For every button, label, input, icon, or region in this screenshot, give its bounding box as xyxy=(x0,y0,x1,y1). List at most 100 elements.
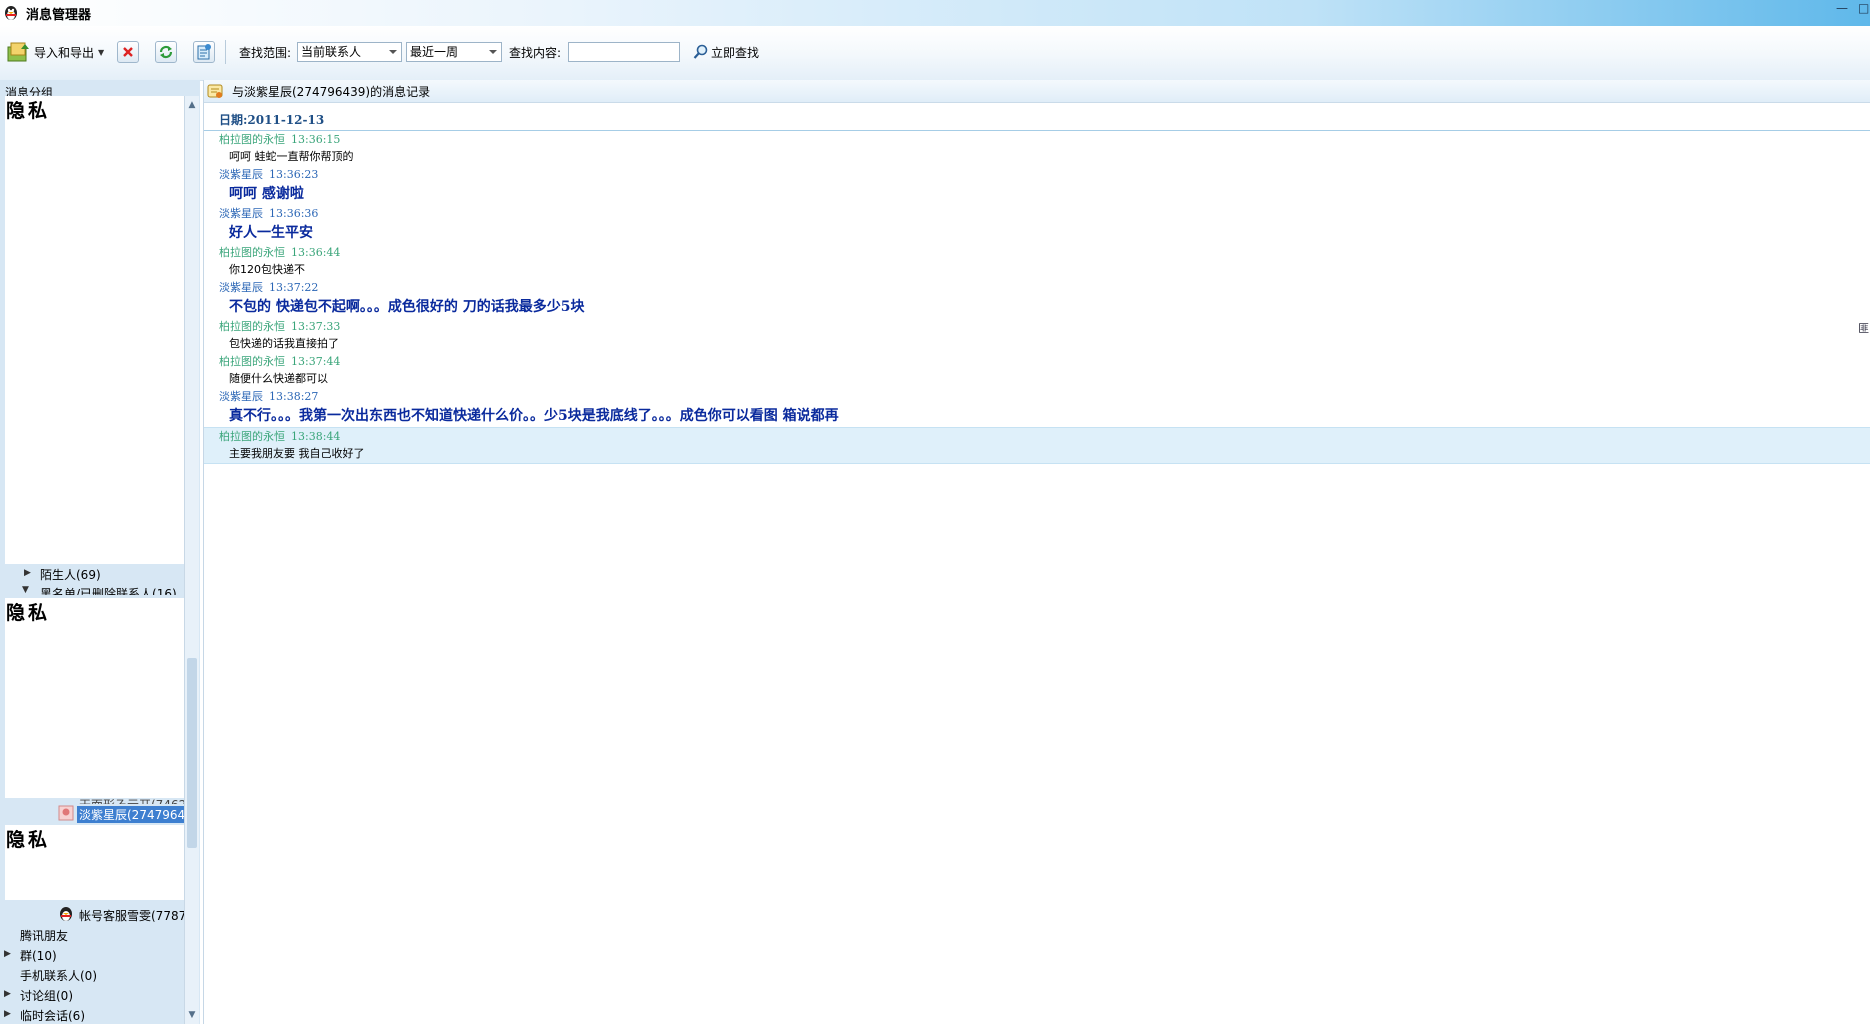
maximize-button[interactable]: □ xyxy=(1858,1,1869,15)
message-time: 13:37:33 xyxy=(291,320,341,333)
message-text: 随便什么快递都可以 xyxy=(229,372,328,385)
record-header-title: 与淡紫星辰(274796439)的消息记录 xyxy=(232,85,431,99)
message-time: 13:36:23 xyxy=(269,168,319,181)
message-time: 13:36:15 xyxy=(291,133,341,146)
magnifier-icon xyxy=(693,44,708,59)
privacy-mask-area-3: 隐私 xyxy=(5,825,191,900)
message-text: 真不行。。。我第一次出东西也不知道快递什么价。。少5块是我底线了。。。成色你可以… xyxy=(229,408,839,424)
minimize-button[interactable]: — xyxy=(1836,1,1848,15)
record-header: 与淡紫星辰(274796439)的消息记录 xyxy=(204,80,1870,103)
search-scope-label: 查找范围: xyxy=(239,46,292,60)
privacy-mark: 隐私 xyxy=(6,100,51,122)
tree-item-strangers[interactable]: 陌生人(69) xyxy=(40,566,101,583)
message-item[interactable]: 柏拉图的永恒 13:37:44 随便什么快递都可以 xyxy=(204,353,1870,388)
message-meta: 柏拉图的永恒 13:36:44 xyxy=(219,244,1870,261)
tree-item-temp-sessions[interactable]: 临时会话(6) xyxy=(20,1007,85,1024)
import-export-button[interactable]: 导入和导出 ▼ xyxy=(7,40,104,64)
search-content-label: 查找内容: xyxy=(509,46,562,60)
message-manager-window: 消息管理器 — □ 导入和导出 ▼ 查找范围: 当前联系人 最近一周 查找内容:… xyxy=(0,0,1870,1024)
message-text: 呵呵 蛙蛇一直帮你帮顶的 xyxy=(229,150,354,163)
tree-item-discussion-groups[interactable]: 讨论组(0) xyxy=(20,987,73,1004)
search-scope-select[interactable]: 当前联系人 xyxy=(297,42,402,62)
message-text: 包快递的话我直接拍了 xyxy=(229,337,339,350)
message-item[interactable]: 柏拉图的永恒 13:36:44 你120包快递不 xyxy=(204,244,1870,279)
date-label: 日期:2011-12-13 xyxy=(219,113,325,127)
title-bar: 消息管理器 — □ xyxy=(0,0,1870,26)
sidebar-scrollbar[interactable]: ▲ ▼ xyxy=(184,96,199,1024)
message-sender: 柏拉图的永恒 xyxy=(219,355,285,368)
expand-arrow-icon[interactable]: ▶ xyxy=(4,949,11,959)
message-time: 13:38:44 xyxy=(291,430,341,443)
tree-item-tencent-friends[interactable]: 腾讯朋友 xyxy=(20,927,68,944)
message-record-panel: 与淡紫星辰(274796439)的消息记录 日期:2011-12-13 柏拉图的… xyxy=(203,80,1870,1024)
expand-arrow-icon[interactable]: ▶ xyxy=(4,989,11,999)
message-meta: 柏拉图的永恒 13:37:33 xyxy=(219,318,1870,335)
delete-icon xyxy=(123,47,133,57)
message-meta: 淡紫星辰 13:36:36 xyxy=(219,205,1870,222)
tree-item-mobile-contacts[interactable]: 手机联系人(0) xyxy=(20,967,97,984)
qq-penguin-icon xyxy=(5,6,17,20)
collapse-arrow-icon[interactable]: ▼ xyxy=(22,585,29,595)
message-item[interactable]: 淡紫星辰 13:38:27 真不行。。。我第一次出东西也不知道快递什么价。。少5块是… xyxy=(204,388,1870,427)
chat-record-icon xyxy=(207,84,223,98)
chevron-down-icon xyxy=(389,50,397,54)
tree-item-partial-contact[interactable]: 天面形ㄋ元开(7462 xyxy=(79,796,186,804)
message-sender: 柏拉图的永恒 xyxy=(219,430,285,443)
scroll-down-icon[interactable]: ▼ xyxy=(185,1008,199,1022)
message-group-panel: 消息分组 隐私 ▶ 陌生人(69) ▼ 黑名单/已删除联系人(16) 隐私 天面… xyxy=(0,80,200,1024)
refresh-button[interactable] xyxy=(155,41,177,63)
manage-button[interactable] xyxy=(193,41,215,63)
chevron-down-icon: ▼ xyxy=(98,47,105,57)
date-divider: 日期:2011-12-13 xyxy=(204,108,1870,131)
message-list: 柏拉图的永恒 13:36:15 呵呵 蛙蛇一直帮你帮顶的 淡紫星辰 13:36:23 呵呵… xyxy=(204,131,1870,464)
message-meta: 淡紫星辰 13:38:27 xyxy=(219,388,1870,405)
privacy-mask-area: 隐私 xyxy=(5,96,184,564)
message-item[interactable]: 柏拉图的永恒 13:37:33 包快递的话我直接拍了 xyxy=(204,318,1870,353)
expand-arrow-icon[interactable]: ▶ xyxy=(4,1009,11,1019)
time-range-value: 最近一周 xyxy=(410,45,459,59)
chevron-down-icon xyxy=(489,50,497,54)
message-text: 主要我朋友要 我自己收好了 xyxy=(229,447,365,460)
message-text: 你120包快递不 xyxy=(229,263,305,276)
message-sender: 淡紫星辰 xyxy=(219,390,263,403)
tree-item-blacklist[interactable]: 黑名单/已删除联系人(16) xyxy=(40,585,177,595)
expand-arrow-icon[interactable]: ▶ xyxy=(24,568,31,578)
delete-button[interactable] xyxy=(117,41,139,63)
message-time: 13:37:22 xyxy=(269,281,319,294)
qq-penguin-icon xyxy=(60,907,72,921)
privacy-mask-area-2: 隐私 xyxy=(5,598,191,798)
tree-item-account-service[interactable]: 帐号客服雪雯(77873 xyxy=(79,907,184,924)
message-time: 13:36:44 xyxy=(291,246,341,259)
message-item[interactable]: 淡紫星辰 13:36:36 好人一生平安 xyxy=(204,205,1870,244)
message-sender: 淡紫星辰 xyxy=(219,281,263,294)
message-sender: 柏拉图的永恒 xyxy=(219,246,285,259)
search-now-button[interactable]: 立即查找 xyxy=(693,43,759,61)
message-text: 好人一生平安 xyxy=(229,225,313,241)
message-sender: 柏拉图的永恒 xyxy=(219,133,285,146)
tree-item-selected-contact[interactable]: 淡紫星辰(274796439 xyxy=(77,806,187,823)
message-meta: 淡紫星辰 13:37:22 xyxy=(219,279,1870,296)
scroll-up-icon[interactable]: ▲ xyxy=(185,98,199,112)
message-time: 13:36:36 xyxy=(269,207,319,220)
message-item[interactable]: 淡紫星辰 13:37:22 不包的 快递包不起啊。。。成色很好的 刀的话我最多少5块 xyxy=(204,279,1870,318)
message-meta: 柏拉图的永恒 13:37:44 xyxy=(219,353,1870,370)
window-title: 消息管理器 xyxy=(26,8,92,23)
scrollbar-thumb[interactable] xyxy=(187,658,197,848)
message-time: 13:38:27 xyxy=(269,390,319,403)
message-item[interactable]: 柏拉图的永恒 13:36:15 呵呵 蛙蛇一直帮你帮顶的 xyxy=(204,131,1870,166)
message-meta: 淡紫星辰 13:36:23 xyxy=(219,166,1870,183)
privacy-mark: 隐私 xyxy=(6,602,51,624)
message-time: 13:37:44 xyxy=(291,355,341,368)
message-item[interactable]: 柏拉图的永恒 13:38:44 主要我朋友要 我自己收好了 xyxy=(204,427,1870,464)
time-range-select[interactable]: 最近一周 xyxy=(406,42,502,62)
message-meta: 柏拉图的永恒 13:38:44 xyxy=(219,428,1870,445)
message-text: 呵呵 感谢啦 xyxy=(229,186,304,202)
search-content-input[interactable] xyxy=(568,42,680,62)
search-now-label: 立即查找 xyxy=(711,45,760,60)
message-text: 不包的 快递包不起啊。。。成色很好的 刀的话我最多少5块 xyxy=(229,299,585,315)
privacy-mark: 隐私 xyxy=(6,829,51,851)
panel-edge-glyph: 匪 xyxy=(1858,322,1869,335)
message-item[interactable]: 淡紫星辰 13:36:23 呵呵 感谢啦 xyxy=(204,166,1870,205)
tree-item-groups[interactable]: 群(10) xyxy=(20,947,57,964)
message-meta: 柏拉图的永恒 13:36:15 xyxy=(219,131,1870,148)
